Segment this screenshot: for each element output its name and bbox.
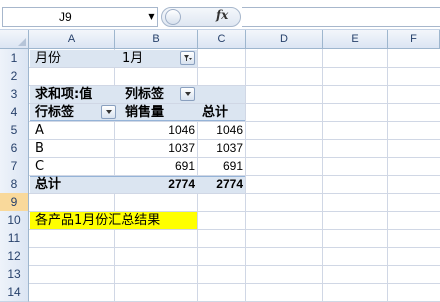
spreadsheet-grid: A B C D E F 1 2 3 4 5 6 7 8 9 10 11 12 1… [0, 30, 440, 302]
pivot-sales-c[interactable]: 691 [115, 157, 195, 176]
row-header-13[interactable]: 13 [0, 265, 29, 284]
filter-funnel-icon [184, 55, 192, 61]
column-header-d[interactable]: D [246, 30, 323, 49]
select-all-corner[interactable] [0, 30, 29, 49]
row-header-5[interactable]: 5 [0, 121, 29, 140]
column-header-a[interactable]: A [29, 30, 115, 49]
row-header-11[interactable]: 11 [0, 229, 29, 248]
row-header-8[interactable]: 8 [0, 175, 29, 194]
column-header-e[interactable]: E [323, 30, 388, 49]
name-box[interactable]: J9 [2, 7, 158, 27]
formula-input[interactable] [242, 7, 440, 27]
pivot-column-label[interactable]: 列标签 [125, 85, 164, 104]
pivot-row-label-b[interactable]: B [35, 139, 44, 158]
row-header-12[interactable]: 12 [0, 247, 29, 266]
pivot-value-header[interactable]: 求和项:值 [35, 85, 92, 104]
pivot-col-sales-header[interactable]: 销售量 [125, 103, 164, 122]
cell-b1-filter-value[interactable]: 1月 [122, 49, 143, 68]
column-label-dropdown-button[interactable] [180, 87, 195, 101]
formula-bar-toggle-icon[interactable] [165, 9, 181, 25]
row-header-3[interactable]: 3 [0, 85, 29, 104]
cell-a1-filter-label[interactable]: 月份 [35, 49, 61, 68]
row-header-7[interactable]: 7 [0, 157, 29, 176]
pivot-total-c[interactable]: 691 [198, 157, 243, 176]
name-box-dropdown-icon[interactable]: ▼ [145, 7, 158, 27]
row-header-4[interactable]: 4 [0, 103, 29, 122]
insert-function-button[interactable]: fx [216, 8, 228, 22]
pivot-row-label[interactable]: 行标签 [35, 103, 74, 122]
formula-bar: J9 ▼ fx [0, 0, 440, 30]
row-label-dropdown-button[interactable] [101, 105, 116, 119]
row-header-14[interactable]: 14 [0, 283, 29, 302]
row-header-6[interactable]: 6 [0, 139, 29, 158]
chevron-down-icon [106, 110, 112, 114]
pivot-sales-a[interactable]: 1046 [115, 121, 195, 140]
filter-dropdown-button[interactable] [180, 51, 195, 65]
row-header-1[interactable]: 1 [0, 49, 29, 68]
pivot-row-label-c[interactable]: C [35, 157, 44, 176]
column-header-c[interactable]: C [198, 30, 246, 49]
column-header-b[interactable]: B [115, 30, 198, 49]
row-header-2[interactable]: 2 [0, 67, 29, 86]
row-header-9[interactable]: 9 [0, 193, 29, 212]
row-header-10[interactable]: 10 [0, 211, 29, 230]
pivot-total-b[interactable]: 1037 [198, 139, 243, 158]
pivot-total-a[interactable]: 1046 [198, 121, 243, 140]
pivot-col-total-header[interactable]: 总计 [202, 103, 228, 122]
pivot-sales-b[interactable]: 1037 [115, 139, 195, 158]
chevron-down-icon [185, 92, 191, 96]
column-header-f[interactable]: F [388, 30, 440, 49]
pivot-row-label-a[interactable]: A [35, 121, 44, 140]
